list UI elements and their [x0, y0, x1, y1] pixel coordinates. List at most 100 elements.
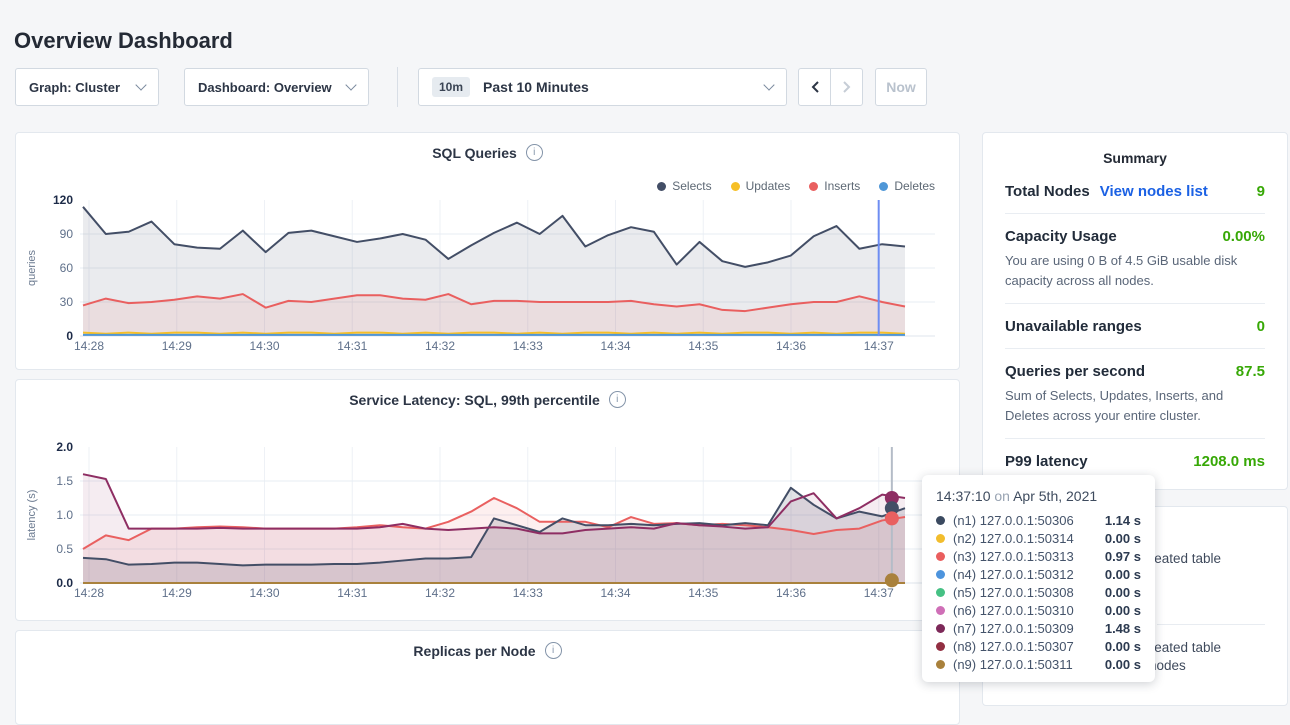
node-address: (n7) 127.0.0.1:50309 [953, 621, 1105, 636]
chart-hover-tooltip: 14:37:10 on Apr 5th, 2021 (n1) 127.0.0.1… [922, 475, 1155, 682]
total-nodes-label: Total Nodes [1005, 183, 1090, 200]
info-icon[interactable]: i [609, 391, 626, 408]
time-range-label: Past 10 Minutes [483, 79, 589, 95]
legend-item-inserts[interactable]: Inserts [809, 179, 860, 193]
queries-per-second-description: Sum of Selects, Updates, Inserts, and De… [1005, 386, 1265, 425]
node-latency-value: 1.48 s [1105, 621, 1141, 636]
tooltip-node-row: (n1) 127.0.0.1:50306 1.14 s [936, 511, 1141, 529]
svg-text:14:33: 14:33 [513, 339, 543, 353]
p99-latency-label: P99 latency [1005, 453, 1088, 470]
sql-queries-chart[interactable]: 14:2814:2914:3014:3114:3214:3314:3414:35… [17, 194, 958, 364]
node-color-dot [936, 588, 945, 597]
legend-label: Updates [746, 179, 791, 193]
graph-dropdown[interactable]: Graph: Cluster [15, 68, 159, 106]
tooltip-node-row: (n6) 127.0.0.1:50310 0.00 s [936, 601, 1141, 619]
legend-item-updates[interactable]: Updates [731, 179, 791, 193]
node-latency-value: 0.00 s [1105, 639, 1141, 654]
svg-text:14:28: 14:28 [74, 586, 104, 600]
sql-queries-panel: SQL Queries i Selects Updates Inserts De… [15, 132, 960, 370]
node-color-dot [936, 570, 945, 579]
node-latency-value: 0.00 s [1105, 603, 1141, 618]
svg-text:14:32: 14:32 [425, 586, 455, 600]
node-address: (n2) 127.0.0.1:50314 [953, 531, 1105, 546]
legend-dot [879, 182, 888, 191]
legend-item-deletes[interactable]: Deletes [879, 179, 935, 193]
legend-item-selects[interactable]: Selects [657, 179, 711, 193]
summary-panel: Summary Total Nodes View nodes list 9 Ca… [982, 132, 1288, 490]
now-button-label: Now [886, 79, 916, 95]
replicas-per-node-title: Replicas per Node i [16, 642, 959, 659]
capacity-usage-description: You are using 0 B of 4.5 GiB usable disk… [1005, 251, 1265, 290]
tooltip-node-row: (n8) 127.0.0.1:50307 0.00 s [936, 637, 1141, 655]
node-latency-value: 0.00 s [1105, 585, 1141, 600]
svg-text:queries: queries [26, 249, 38, 286]
svg-text:14:32: 14:32 [425, 339, 455, 353]
node-color-dot [936, 642, 945, 651]
node-color-dot [936, 552, 945, 561]
info-icon[interactable]: i [526, 144, 543, 161]
summary-row-qps: Queries per second 87.5 Sum of Selects, … [1005, 349, 1265, 439]
node-address: (n6) 127.0.0.1:50310 [953, 603, 1105, 618]
toolbar: Graph: Cluster Dashboard: Overview 10m P… [15, 67, 927, 107]
events-divider [1157, 624, 1265, 625]
svg-text:60: 60 [60, 261, 74, 275]
node-address: (n9) 127.0.0.1:50311 [953, 657, 1105, 672]
node-latency-value: 1.14 s [1105, 513, 1141, 528]
time-back-button[interactable] [798, 68, 831, 106]
node-address: (n8) 127.0.0.1:50307 [953, 639, 1105, 654]
svg-text:0.0: 0.0 [56, 576, 73, 590]
svg-text:14:31: 14:31 [337, 339, 367, 353]
svg-text:14:34: 14:34 [600, 586, 630, 600]
legend-label: Deletes [894, 179, 935, 193]
node-color-dot [936, 660, 945, 669]
svg-text:14:30: 14:30 [249, 339, 279, 353]
time-nav-group [798, 68, 863, 106]
dashboard-dropdown[interactable]: Dashboard: Overview [184, 68, 369, 106]
unavailable-ranges-value: 0 [1257, 318, 1265, 335]
dashboard-dropdown-label: Dashboard: Overview [198, 80, 332, 95]
tooltip-node-row: (n9) 127.0.0.1:50311 0.00 s [936, 655, 1141, 673]
graph-dropdown-label: Graph: Cluster [29, 80, 120, 95]
legend-label: Selects [672, 179, 711, 193]
svg-text:2.0: 2.0 [56, 441, 73, 454]
svg-text:14:28: 14:28 [74, 339, 104, 353]
chevron-left-icon [810, 80, 820, 94]
svg-text:14:35: 14:35 [688, 586, 718, 600]
summary-row-capacity: Capacity Usage 0.00% You are using 0 B o… [1005, 214, 1265, 304]
tooltip-node-row: (n5) 127.0.0.1:50308 0.00 s [936, 583, 1141, 601]
svg-text:14:30: 14:30 [249, 586, 279, 600]
view-nodes-list-link[interactable]: View nodes list [1100, 183, 1208, 200]
capacity-usage-value: 0.00% [1222, 228, 1265, 245]
svg-text:14:34: 14:34 [600, 339, 630, 353]
chart-legend: Selects Updates Inserts Deletes [657, 179, 935, 193]
time-forward-button[interactable] [830, 68, 863, 106]
svg-text:90: 90 [60, 227, 74, 241]
legend-dot [731, 182, 740, 191]
latency-chart[interactable]: 14:28 14:29 14:30 14:31 14:32 14:33 14:34 14:35… [17, 441, 958, 611]
chart-title-text: Replicas per Node [413, 643, 535, 659]
node-latency-value: 0.00 s [1105, 531, 1141, 546]
svg-text:latency (s): latency (s) [26, 490, 38, 541]
svg-text:14:37: 14:37 [864, 586, 894, 600]
svg-text:1.5: 1.5 [56, 474, 73, 488]
node-color-dot [936, 516, 945, 525]
tooltip-node-row: (n2) 127.0.0.1:50314 0.00 s [936, 529, 1141, 547]
sql-queries-title: SQL Queries i [16, 144, 959, 161]
node-address: (n5) 127.0.0.1:50308 [953, 585, 1105, 600]
tooltip-timestamp: 14:37:10 on Apr 5th, 2021 [936, 488, 1141, 504]
svg-text:0.5: 0.5 [56, 542, 73, 556]
toolbar-divider [397, 67, 398, 107]
node-address: (n4) 127.0.0.1:50312 [953, 567, 1105, 582]
svg-text:14:36: 14:36 [776, 586, 806, 600]
svg-text:14:31: 14:31 [337, 586, 367, 600]
tooltip-node-row: (n4) 127.0.0.1:50312 0.00 s [936, 565, 1141, 583]
now-button[interactable]: Now [875, 68, 927, 106]
svg-text:14:33: 14:33 [513, 586, 543, 600]
legend-dot [657, 182, 666, 191]
legend-label: Inserts [824, 179, 860, 193]
time-range-picker[interactable]: 10m Past 10 Minutes [418, 68, 787, 106]
svg-text:14:29: 14:29 [162, 586, 192, 600]
node-address: (n1) 127.0.0.1:50306 [953, 513, 1105, 528]
info-icon[interactable]: i [545, 642, 562, 659]
node-latency-value: 0.00 s [1105, 567, 1141, 582]
